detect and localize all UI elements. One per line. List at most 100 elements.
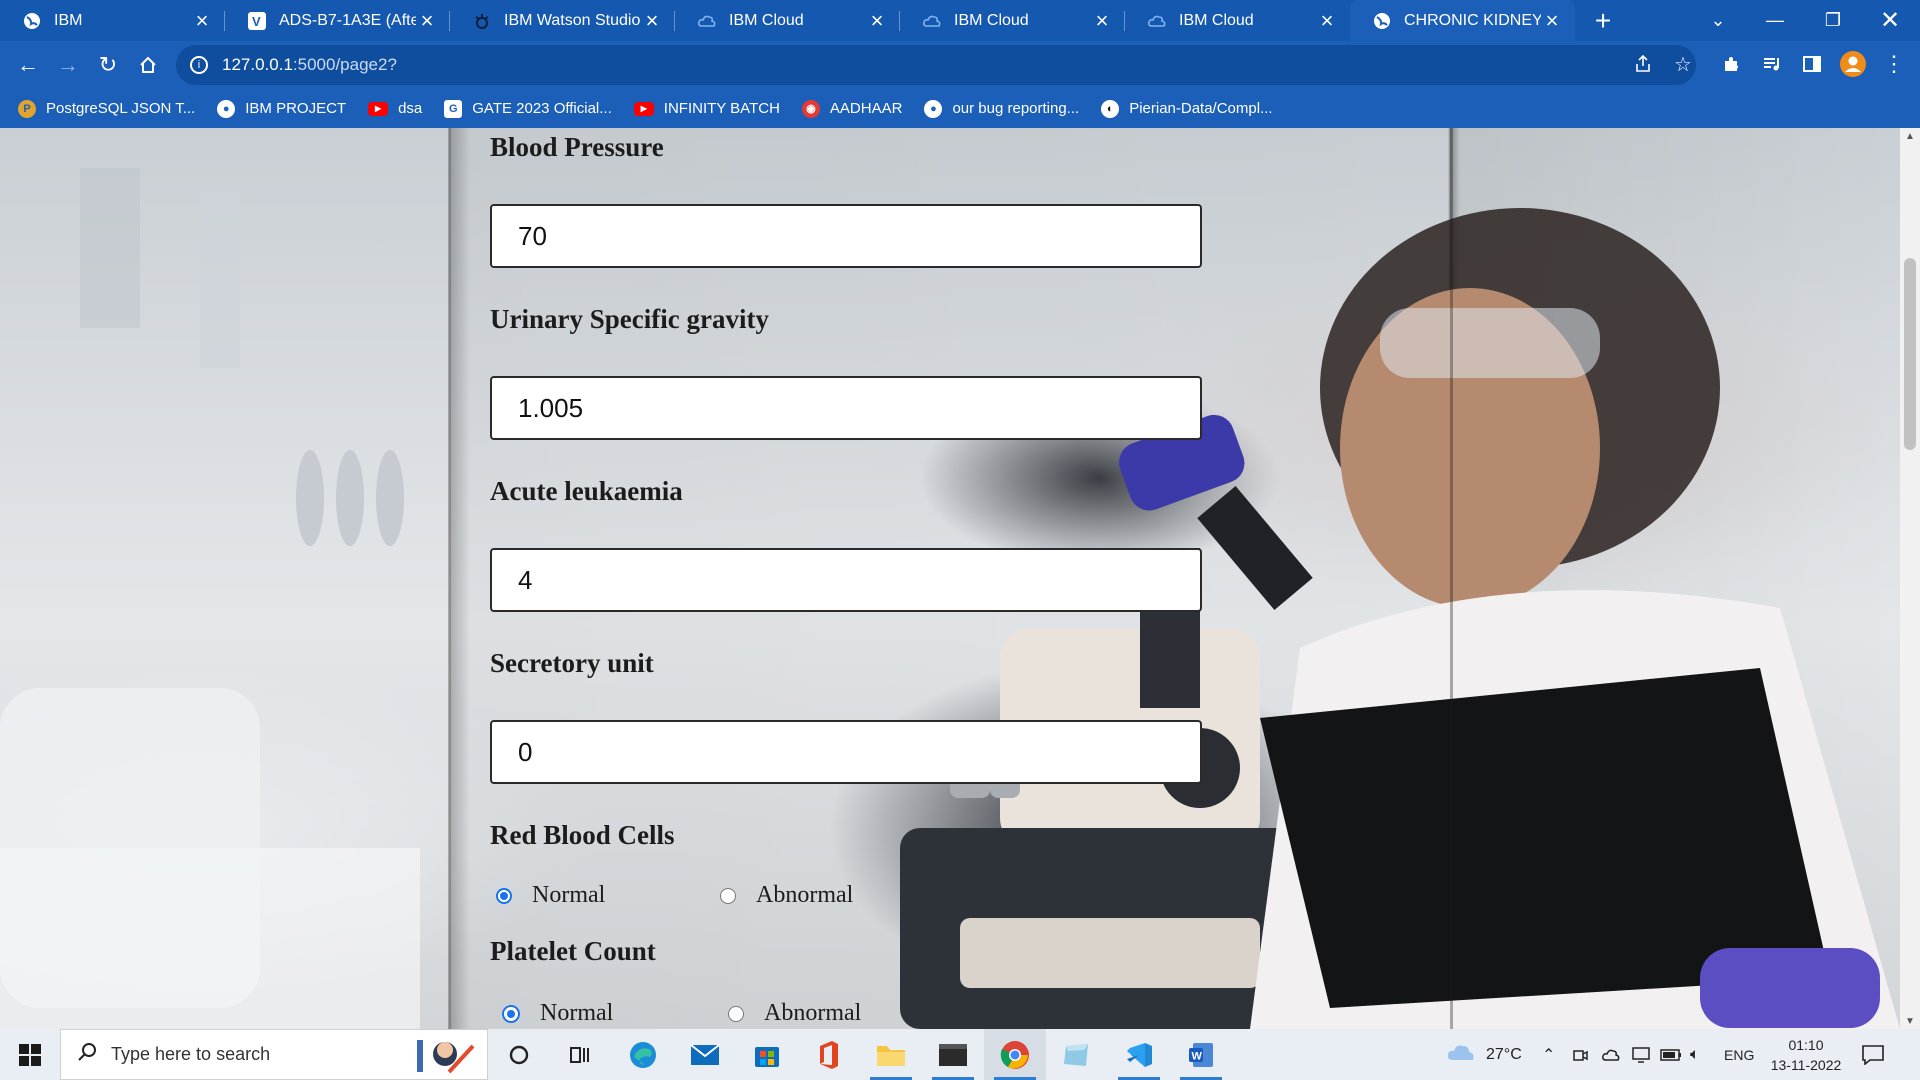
tab-ibm-cloud-3[interactable]: IBM Cloud × (1125, 0, 1350, 41)
tab-chronic-kidney[interactable]: CHRONIC KIDNEY DIS × (1350, 0, 1575, 41)
postgres-icon: P (18, 99, 36, 118)
vimeo-icon: V (247, 11, 267, 31)
tab-label: CHRONIC KIDNEY DIS (1404, 11, 1541, 29)
tab-label: IBM Cloud (1179, 11, 1254, 29)
mail-icon[interactable] (674, 1029, 736, 1080)
media-queue-icon[interactable] (1752, 44, 1792, 84)
search-icon (77, 1042, 97, 1067)
field-label: Platelet Count (490, 936, 656, 966)
tab-label: IBM (54, 11, 83, 29)
reload-icon[interactable]: ↻ (88, 45, 128, 85)
close-icon[interactable]: × (191, 8, 213, 33)
vscode-icon[interactable] (1108, 1029, 1170, 1080)
bookmark-aadhaar[interactable]: ◉ AADHAAR (801, 99, 902, 118)
close-icon[interactable]: × (641, 8, 663, 33)
show-hidden-icons[interactable]: ⌃ (1542, 1029, 1555, 1080)
tab-search-chevron-icon[interactable]: ⌄ (1690, 0, 1746, 41)
battery-icon[interactable] (1660, 1029, 1682, 1080)
page-scrollbar[interactable]: ▲ ▼ (1900, 128, 1920, 1029)
tab-label: IBM Cloud (954, 11, 1029, 29)
page-viewport: Blood Pressure Urinary Specific gravity … (0, 128, 1900, 1029)
star-icon[interactable]: ☆ (1663, 44, 1703, 84)
bookmark-postgresql[interactable]: P PostgreSQL JSON T... (18, 99, 195, 118)
radio-abnormal[interactable] (728, 1005, 744, 1022)
radio-abnormal[interactable] (720, 887, 736, 904)
red-blood-cells-radio-group: Normal Abnormal (490, 882, 853, 909)
menu-kebab-icon[interactable]: ⋮ (1874, 44, 1914, 84)
close-icon[interactable]: × (1091, 8, 1113, 33)
tab-strip: IBM × V ADS-B7-1A3E (Aftern × IBM Watson… (0, 0, 1920, 41)
notes-app-icon[interactable] (1046, 1029, 1108, 1080)
extensions-icon[interactable] (1711, 44, 1751, 84)
bookmark-dsa[interactable]: ▶ dsa (368, 100, 422, 117)
new-tab-button[interactable]: + (1583, 0, 1623, 41)
globe-icon (1372, 11, 1392, 31)
bookmark-bug-reporting[interactable]: ● our bug reporting... (924, 99, 1079, 118)
edge-icon[interactable] (612, 1029, 674, 1080)
watson-icon (472, 11, 492, 31)
tab-ibm-cloud-1[interactable]: IBM Cloud × (675, 0, 900, 41)
share-icon[interactable] (1624, 44, 1664, 84)
side-panel-icon[interactable] (1792, 44, 1832, 84)
info-icon[interactable]: i (190, 56, 208, 74)
profile-avatar[interactable] (1833, 44, 1873, 84)
bookmark-ibm-project[interactable]: ● IBM PROJECT (217, 99, 346, 118)
close-icon[interactable]: × (1316, 8, 1338, 33)
tab-ads[interactable]: V ADS-B7-1A3E (Aftern × (225, 0, 450, 41)
bookmark-gate[interactable]: G GATE 2023 Official... (444, 99, 612, 118)
search-placeholder: Type here to search (111, 1044, 271, 1064)
office-icon[interactable] (798, 1029, 860, 1080)
github-icon: ◐ (1101, 99, 1120, 118)
close-icon[interactable]: × (416, 8, 438, 33)
meet-now-icon[interactable] (1572, 1029, 1588, 1080)
onedrive-icon[interactable] (1602, 1029, 1622, 1080)
radio-normal[interactable] (502, 1004, 520, 1023)
taskbar-search-box[interactable]: Type here to search (60, 1029, 488, 1080)
weather-widget[interactable]: 27°C (1446, 1029, 1522, 1080)
store-icon[interactable] (736, 1029, 798, 1080)
blood-pressure-input[interactable] (490, 204, 1202, 268)
windows-start-icon[interactable] (0, 1029, 60, 1080)
cortana-icon[interactable] (488, 1029, 550, 1080)
home-icon[interactable] (128, 45, 168, 85)
close-icon[interactable]: × (866, 8, 888, 33)
display-icon[interactable] (1632, 1029, 1650, 1080)
globe-icon: ● (217, 99, 236, 118)
acute-leukaemia-input[interactable] (490, 548, 1202, 612)
close-window-button[interactable]: ✕ (1862, 0, 1918, 41)
field-label: Secretory unit (490, 648, 654, 678)
word-icon[interactable]: W (1170, 1029, 1232, 1080)
volume-icon[interactable]: 🔈︎ (1690, 1029, 1700, 1080)
platelet-count-radio-group: Normal Abnormal (490, 1000, 861, 1027)
back-arrow-icon[interactable]: ← (8, 45, 48, 85)
clock[interactable]: 01:10 13-11-2022 (1768, 1029, 1844, 1080)
radio-label: Abnormal (764, 1000, 862, 1026)
address-bar[interactable]: i 127.0.0.1:5000/page2? (176, 45, 1696, 85)
restore-button[interactable]: ❐ (1805, 0, 1861, 41)
bookmark-infinity-batch[interactable]: ▶ INFINITY BATCH (633, 100, 780, 117)
tab-watson[interactable]: IBM Watson Studio × (450, 0, 675, 41)
tab-ibm-cloud-2[interactable]: IBM Cloud × (900, 0, 1125, 41)
terminal-icon[interactable] (922, 1029, 984, 1080)
radio-label: Abnormal (756, 882, 854, 908)
file-explorer-icon[interactable] (860, 1029, 922, 1080)
minimize-button[interactable]: — (1747, 0, 1803, 41)
task-view-icon[interactable] (550, 1029, 612, 1080)
scroll-up-icon[interactable]: ▲ (1900, 128, 1920, 144)
tab-ibm[interactable]: IBM × (0, 0, 225, 41)
urinary-specific-gravity-input[interactable] (490, 376, 1202, 440)
svg-text:V: V (252, 14, 261, 29)
secretory-unit-input[interactable] (490, 720, 1202, 784)
notifications-icon[interactable] (1862, 1029, 1884, 1080)
close-icon[interactable]: × (1541, 8, 1563, 33)
chrome-icon[interactable] (984, 1029, 1046, 1080)
radio-normal[interactable] (496, 887, 512, 904)
bookmark-pierian-data[interactable]: ◐ Pierian-Data/Compl... (1101, 99, 1273, 118)
field-label: Urinary Specific gravity (490, 304, 769, 334)
scrollbar-thumb[interactable] (1904, 258, 1916, 450)
youtube-icon: ▶ (368, 101, 389, 116)
cloud-icon (1147, 11, 1167, 31)
language-indicator[interactable]: ENG (1724, 1029, 1754, 1080)
scroll-down-icon[interactable]: ▼ (1900, 1013, 1920, 1029)
forward-arrow-icon[interactable]: → (48, 45, 88, 85)
